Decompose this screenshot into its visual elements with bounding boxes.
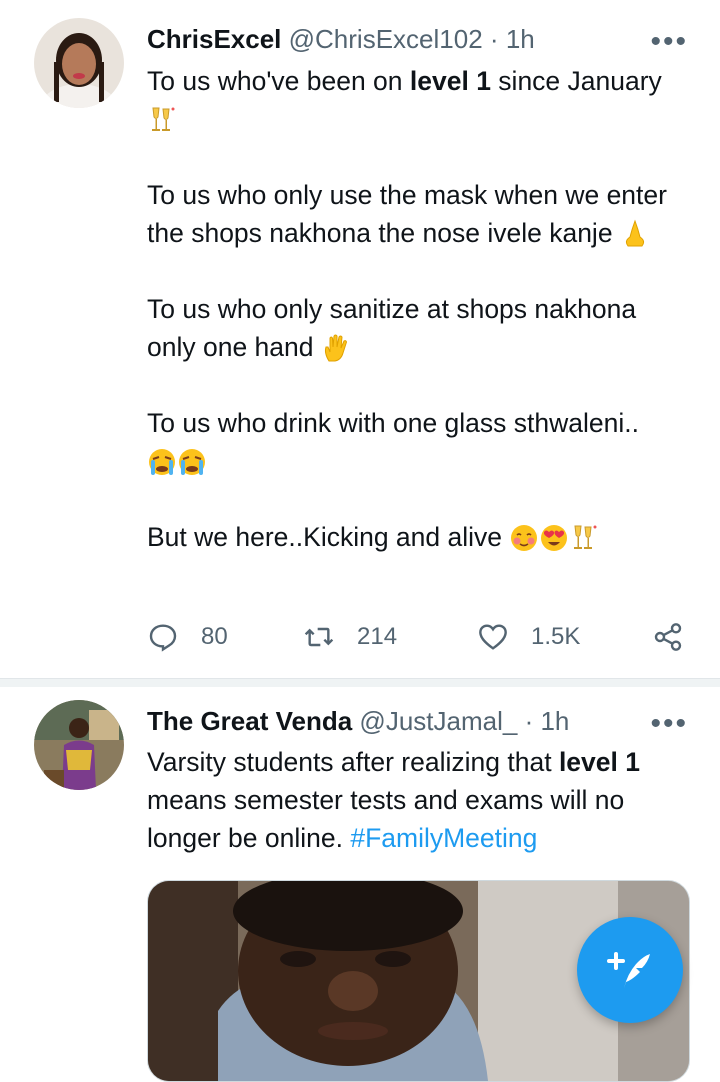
champagne-glasses-icon	[569, 523, 599, 553]
champagne-glasses-icon	[147, 105, 177, 135]
crying-face-icon	[177, 447, 207, 477]
user-handle[interactable]: @JustJamal_	[359, 706, 517, 736]
separator: ·	[489, 24, 499, 54]
reply-icon	[149, 624, 177, 652]
tweet-line: To us who only sanitize at shops nakhona…	[147, 294, 637, 363]
retweet-button[interactable]: 214	[303, 619, 397, 655]
user-handle[interactable]: @ChrisExcel102	[289, 24, 483, 54]
retweet-count: 214	[357, 623, 398, 650]
avatar[interactable]	[34, 18, 124, 108]
tweet-header: ChrisExcel @ChrisExcel102 · 1h	[147, 19, 720, 59]
display-name[interactable]: The Great Venda	[147, 706, 352, 736]
compose-tweet-icon	[607, 952, 650, 988]
share-button[interactable]	[652, 619, 684, 655]
reply-count: 80	[201, 623, 228, 650]
nose-icon	[620, 219, 650, 249]
crying-face-icon	[147, 447, 177, 477]
tweet-line: To us who only use the mask when we ente…	[147, 180, 667, 249]
share-icon	[654, 623, 682, 651]
tweet-header: The Great Venda @JustJamal_ · 1h	[147, 701, 720, 741]
display-name[interactable]: ChrisExcel	[147, 24, 281, 54]
raised-hand-icon	[321, 333, 351, 363]
tweet-line: Varsity students after realizing that le…	[147, 747, 640, 853]
tweet-text: Varsity students after realizing that le…	[147, 743, 692, 857]
compose-tweet-button[interactable]	[577, 917, 683, 1023]
separator: ·	[524, 706, 534, 736]
heart-icon	[479, 624, 507, 650]
tweet-line: To us who drink with one glass sthwaleni…	[147, 404, 692, 480]
blushing-face-icon	[509, 523, 539, 553]
tweet-actions: 80 214 1.5K	[147, 619, 692, 655]
tweet-line: To us who've been on level 1 since Janua…	[147, 62, 692, 138]
avatar[interactable]	[34, 700, 124, 790]
retweet-icon	[304, 627, 334, 647]
tweet-line: But we here..Kicking and alive	[147, 518, 692, 556]
timestamp[interactable]: 1h	[540, 706, 569, 736]
tweet[interactable]: ChrisExcel @ChrisExcel102 · 1h ••• To us…	[0, 0, 720, 678]
like-button[interactable]: 1.5K	[477, 619, 580, 655]
more-options-icon[interactable]: •••	[650, 27, 688, 57]
heart-eyes-icon	[539, 523, 569, 553]
like-count: 1.5K	[531, 623, 581, 650]
reply-button[interactable]: 80	[147, 619, 228, 655]
more-options-icon[interactable]: •••	[650, 709, 688, 739]
timestamp[interactable]: 1h	[506, 24, 535, 54]
hashtag-link[interactable]: #FamilyMeeting	[350, 823, 537, 853]
tweet-text: To us who've been on level 1 since Janua…	[147, 62, 692, 556]
